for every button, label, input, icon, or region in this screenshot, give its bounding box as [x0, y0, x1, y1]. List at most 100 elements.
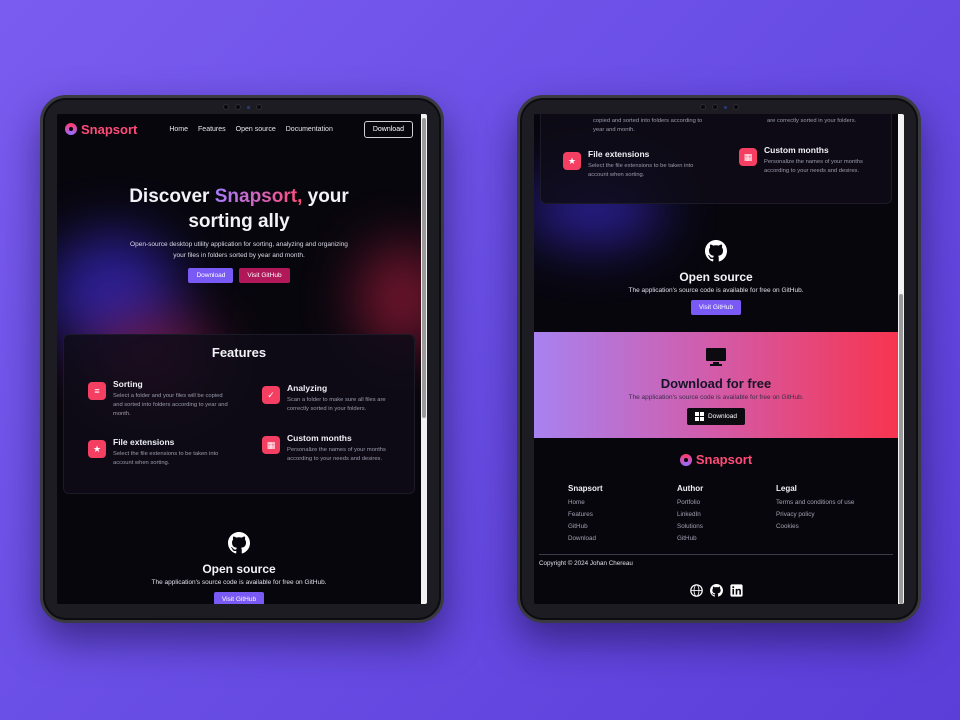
footer-link-solutions[interactable]: Solutions [677, 521, 703, 533]
footer-column-title: Snapsort [568, 484, 603, 493]
navbar: Snapsort Home Features Open source Docum… [57, 114, 421, 144]
footer-column-legal: Legal Terms and conditions of use Privac… [776, 484, 854, 533]
footer-copyright: Copyright © 2024 Johan Chereau [539, 560, 633, 567]
scrollbar-right[interactable] [898, 114, 904, 604]
footer-link-privacy[interactable]: Privacy policy [776, 509, 854, 521]
nav-links: Home Features Open source Documentation [169, 126, 333, 133]
footer-link-portfolio[interactable]: Portfolio [677, 497, 703, 509]
feature-desc: Select the file extensions to be taken i… [588, 163, 694, 178]
hero-buttons: Download Visit GitHub [57, 268, 421, 283]
tablet-right: copied and sorted into folders according… [517, 95, 921, 623]
hero-title: Discover Snapsort, your sorting ally [57, 184, 421, 234]
tablet-left: Snapsort Home Features Open source Docum… [40, 95, 444, 623]
scrollbar-thumb[interactable] [899, 294, 903, 604]
feature-sorting: ≡ Sorting Select a folder and your files … [88, 379, 228, 419]
brand-logo[interactable]: Snapsort [65, 122, 137, 137]
windows-icon [695, 412, 705, 421]
feature-title: Custom months [764, 145, 829, 155]
calendar-icon: ▦ [739, 148, 757, 166]
scrollbar-left[interactable] [421, 114, 427, 604]
sort-icon: ≡ [88, 382, 106, 400]
footer-brand[interactable]: Snapsort [534, 452, 898, 467]
folder-check-icon: ✓ [262, 386, 280, 404]
footer-column-snapsort: Snapsort Home Features GitHub Download [568, 484, 603, 545]
nav-link-open-source[interactable]: Open source [236, 126, 276, 133]
features-title: Features [211, 345, 267, 360]
nav-link-documentation[interactable]: Documentation [286, 126, 333, 133]
footer-link-home[interactable]: Home [568, 497, 603, 509]
footer-link-github[interactable]: GitHub [568, 521, 603, 533]
hero-title-line2: sorting ally [188, 211, 290, 232]
footer-link-cookies[interactable]: Cookies [776, 521, 854, 533]
nav-download-button[interactable]: Download [363, 120, 413, 138]
open-source-github-button[interactable]: Visit GitHub [690, 300, 742, 315]
feature-desc: Select the file extensions to be taken i… [113, 451, 219, 466]
feature-desc: Scan a folder to make sure all files are… [287, 397, 386, 412]
github-icon [228, 532, 250, 554]
feature-title: File extensions [113, 437, 175, 447]
features-section: Features ≡ Sorting Select a folder and yo… [63, 334, 415, 494]
footer-link-github[interactable]: GitHub [677, 533, 703, 545]
snapsort-logo-icon [679, 453, 692, 466]
hero-github-button[interactable]: Visit GitHub [239, 268, 290, 283]
footer-link-download[interactable]: Download [568, 533, 603, 545]
feature-title: File extensions [588, 149, 650, 159]
feature-title: Sorting [113, 379, 143, 389]
open-source-subtitle: The application's source code is availab… [628, 287, 804, 294]
calendar-icon: ▦ [262, 436, 280, 454]
footer-column-author: Author Portfolio LinkedIn Solutions GitH… [677, 484, 703, 545]
open-source-github-button[interactable]: Visit GitHub [213, 592, 265, 604]
footer-link-terms[interactable]: Terms and conditions of use [776, 497, 854, 509]
open-source-title: Open source [679, 270, 753, 284]
feature-desc: Select a folder and your files will be c… [113, 393, 228, 417]
footer-column-title: Legal [776, 484, 797, 493]
footer-link-features[interactable]: Features [568, 509, 603, 521]
nav-link-features[interactable]: Features [198, 126, 226, 133]
download-windows-button[interactable]: Download [687, 408, 745, 425]
screen-right: copied and sorted into folders according… [534, 114, 904, 604]
download-subtitle: The application's source code is availab… [628, 394, 804, 401]
hero-title-end: your [302, 186, 349, 207]
feature-desc-partial: copied and sorted into folders according… [593, 118, 703, 133]
footer-divider [539, 554, 893, 555]
footer-column-title: Author [677, 484, 704, 493]
file-star-icon: ★ [88, 440, 106, 458]
file-star-icon: ★ [563, 152, 581, 170]
tablet-camera [212, 102, 272, 112]
monitor-icon [706, 348, 726, 366]
footer-link-linkedin[interactable]: LinkedIn [677, 509, 703, 521]
hero-download-button[interactable]: Download [188, 268, 234, 283]
hero-title-accent: Snapsort, [214, 186, 303, 207]
open-source-section: Open source The application's source cod… [57, 532, 421, 604]
feature-analyzing: ✓ Analyzing Scan a folder to make sure al… [262, 383, 402, 414]
feature-title: Custom months [287, 433, 352, 443]
tablet-camera [689, 102, 749, 112]
footer-brand-name: Snapsort [695, 452, 753, 467]
download-section: Download for free The application's sour… [534, 332, 898, 438]
screen-left: Snapsort Home Features Open source Docum… [57, 114, 427, 604]
feature-title: Analyzing [287, 383, 328, 393]
feature-custom-months: ▦ Custom months Personalize the names of … [739, 145, 879, 176]
scrollbar-thumb[interactable] [422, 118, 426, 418]
download-button-label: Download [708, 413, 737, 420]
open-source-title: Open source [202, 562, 276, 576]
feature-desc: Personalize the names of your months acc… [287, 447, 386, 462]
github-icon[interactable] [709, 584, 723, 597]
feature-file-extensions: ★ File extensions Select the file extensi… [563, 149, 703, 180]
nav-link-home[interactable]: Home [169, 126, 188, 133]
open-source-subtitle: The application's source code is availab… [151, 579, 327, 586]
globe-icon[interactable] [689, 584, 703, 597]
linkedin-icon[interactable] [729, 584, 743, 597]
feature-custom-months: ▦ Custom months Personalize the names of … [262, 433, 402, 464]
brand-name: Snapsort [81, 121, 138, 137]
footer-socials [534, 584, 898, 597]
download-title: Download for free [660, 376, 772, 391]
hero-subtitle: Open-source desktop utility application … [130, 241, 348, 259]
features-section-scrolled: copied and sorted into folders according… [540, 114, 892, 204]
feature-desc: Personalize the names of your months acc… [764, 159, 863, 174]
github-icon [705, 240, 727, 262]
feature-file-extensions: ★ File extensions Select the file extensi… [88, 437, 228, 468]
feature-desc-partial: are correctly sorted in your folders. [767, 118, 857, 124]
open-source-section: Open source The application's source cod… [534, 240, 898, 315]
hero-title-start: Discover [129, 186, 215, 207]
